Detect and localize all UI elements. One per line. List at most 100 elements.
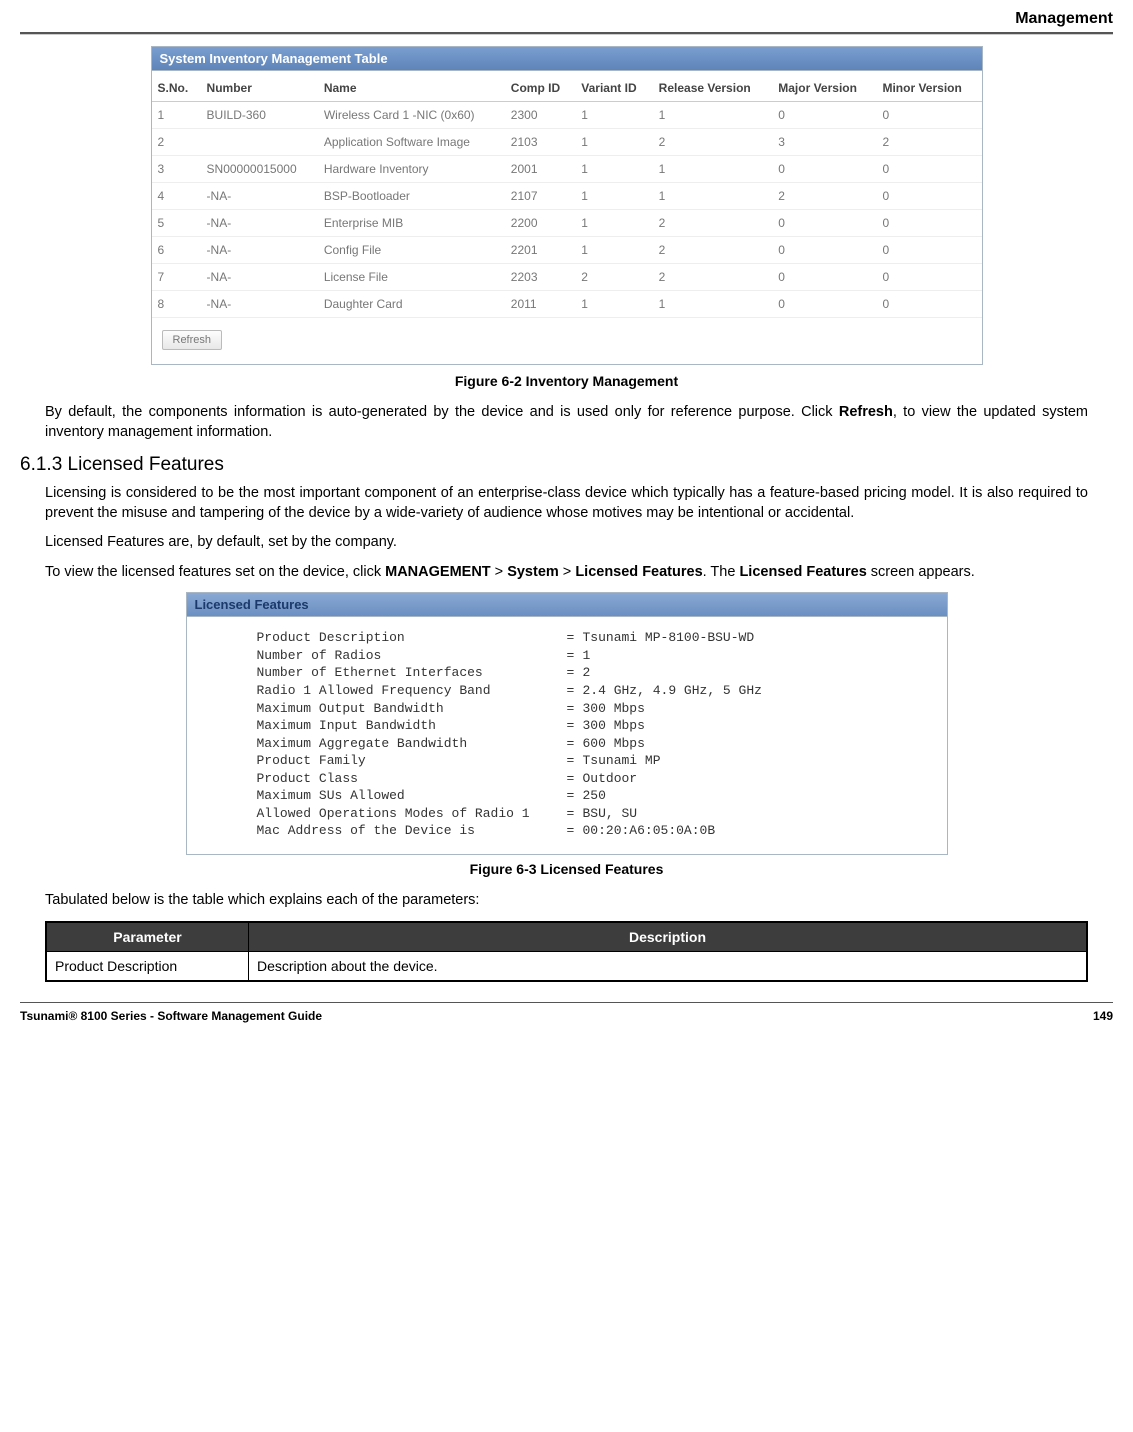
equals-sign: = — [567, 805, 583, 823]
col-sno: S.No. — [152, 71, 201, 102]
equals-sign: = — [567, 787, 583, 805]
licensed-feature-label: Number of Radios — [257, 647, 567, 665]
footer-divider — [20, 1002, 1113, 1003]
col-release: Release Version — [653, 71, 773, 102]
table-cell: 0 — [876, 264, 981, 291]
table-cell: Daughter Card — [318, 291, 505, 318]
licensed-feature-label: Maximum Aggregate Bandwidth — [257, 735, 567, 753]
inventory-table: S.No. Number Name Comp ID Variant ID Rel… — [152, 71, 982, 318]
refresh-bold: Refresh — [839, 404, 893, 420]
col-name: Name — [318, 71, 505, 102]
table-cell: 2103 — [505, 129, 575, 156]
table-cell: 1 — [653, 156, 773, 183]
licensed-feature-value: Tsunami MP-8100-BSU-WD — [583, 629, 755, 647]
licensed-feature-row: Number of Ethernet Interfaces= 2 — [257, 664, 927, 682]
equals-sign: = — [567, 682, 583, 700]
table-cell: 3 — [152, 156, 201, 183]
licensed-feature-label: Maximum SUs Allowed — [257, 787, 567, 805]
licensed-feature-value: Outdoor — [583, 770, 638, 788]
table-cell: 0 — [772, 264, 876, 291]
licensed-feature-row: Product Class= Outdoor — [257, 770, 927, 788]
col-minor: Minor Version — [876, 71, 981, 102]
table-cell: Application Software Image — [318, 129, 505, 156]
table-cell: 2203 — [505, 264, 575, 291]
param-cell-description: Description about the device. — [249, 951, 1088, 981]
table-cell: 0 — [876, 210, 981, 237]
inventory-panel: System Inventory Management Table S.No. … — [151, 46, 983, 365]
footer-guide-title: Tsunami® 8100 Series - Software Manageme… — [20, 1009, 322, 1023]
table-cell: SN00000015000 — [201, 156, 318, 183]
table-row: 6-NA-Config File22011200 — [152, 237, 982, 264]
table-cell: 1 — [653, 102, 773, 129]
licensed-feature-label: Maximum Input Bandwidth — [257, 717, 567, 735]
table-cell: 2 — [876, 129, 981, 156]
text-span: screen appears. — [867, 564, 975, 580]
table-cell: 2300 — [505, 102, 575, 129]
licensed-features-panel: Licensed Features Product Description= T… — [186, 592, 948, 855]
licensed-feature-value: BSU, SU — [583, 805, 638, 823]
licensed-feature-row: Maximum Aggregate Bandwidth= 600 Mbps — [257, 735, 927, 753]
col-major: Major Version — [772, 71, 876, 102]
table-row: 3SN00000015000Hardware Inventory20011100 — [152, 156, 982, 183]
licensed-feature-value: 600 Mbps — [583, 735, 645, 753]
nav-management: MANAGEMENT — [385, 564, 491, 580]
table-cell: 0 — [876, 183, 981, 210]
licensed-feature-value: 1 — [583, 647, 591, 665]
table-cell: 2200 — [505, 210, 575, 237]
table-cell: -NA- — [201, 210, 318, 237]
refresh-button[interactable]: Refresh — [162, 330, 223, 350]
col-variantid: Variant ID — [575, 71, 652, 102]
text-span: To view the licensed features set on the… — [45, 564, 385, 580]
table-cell: 1 — [653, 183, 773, 210]
table-cell: 0 — [772, 102, 876, 129]
table-row: 7-NA-License File22032200 — [152, 264, 982, 291]
table-cell: -NA- — [201, 291, 318, 318]
table-cell: -NA- — [201, 183, 318, 210]
equals-sign: = — [567, 647, 583, 665]
col-number: Number — [201, 71, 318, 102]
table-cell: 4 — [152, 183, 201, 210]
table-cell: Enterprise MIB — [318, 210, 505, 237]
table-cell: 2 — [653, 264, 773, 291]
equals-sign: = — [567, 770, 583, 788]
table-row: 4-NA-BSP-Bootloader21071120 — [152, 183, 982, 210]
licensed-feature-label: Mac Address of the Device is — [257, 822, 567, 840]
licensed-feature-value: 300 Mbps — [583, 700, 645, 718]
equals-sign: = — [567, 664, 583, 682]
licensed-feature-row: Number of Radios= 1 — [257, 647, 927, 665]
licensed-features-body: Product Description= Tsunami MP-8100-BSU… — [187, 617, 947, 854]
table-cell: Config File — [318, 237, 505, 264]
table-cell: 2001 — [505, 156, 575, 183]
table-cell: 0 — [772, 156, 876, 183]
table-cell: 1 — [575, 291, 652, 318]
table-cell: 1 — [575, 237, 652, 264]
table-cell: 0 — [876, 156, 981, 183]
table-cell: 2107 — [505, 183, 575, 210]
licensed-feature-value: 2 — [583, 664, 591, 682]
table-cell: Hardware Inventory — [318, 156, 505, 183]
licensed-feature-row: Maximum Output Bandwidth= 300 Mbps — [257, 700, 927, 718]
licensed-feature-label: Product Family — [257, 752, 567, 770]
licensed-feature-row: Maximum Input Bandwidth= 300 Mbps — [257, 717, 927, 735]
table-cell: 1 — [653, 291, 773, 318]
footer-page-number: 149 — [1093, 1009, 1113, 1023]
licensed-feature-row: Product Description= Tsunami MP-8100-BSU… — [257, 629, 927, 647]
licensed-feature-value: 300 Mbps — [583, 717, 645, 735]
table-cell: 2 — [575, 264, 652, 291]
licensed-feature-label: Product Description — [257, 629, 567, 647]
figure-6-2-caption: Figure 6-2 Inventory Management — [45, 373, 1088, 389]
table-cell: 8 — [152, 291, 201, 318]
table-cell: Wireless Card 1 -NIC (0x60) — [318, 102, 505, 129]
table-row: 1BUILD-360Wireless Card 1 -NIC (0x60)230… — [152, 102, 982, 129]
nav-licensed-features: Licensed Features — [575, 564, 702, 580]
licensed-feature-row: Mac Address of the Device is= 00:20:A6:0… — [257, 822, 927, 840]
header-divider — [20, 32, 1113, 34]
table-cell: 1 — [575, 156, 652, 183]
text-span: > — [559, 564, 576, 580]
equals-sign: = — [567, 752, 583, 770]
table-cell: 2201 — [505, 237, 575, 264]
page-header-title: Management — [20, 0, 1113, 32]
nav-system: System — [507, 564, 559, 580]
table-cell: 2 — [653, 237, 773, 264]
table-cell: 1 — [575, 129, 652, 156]
